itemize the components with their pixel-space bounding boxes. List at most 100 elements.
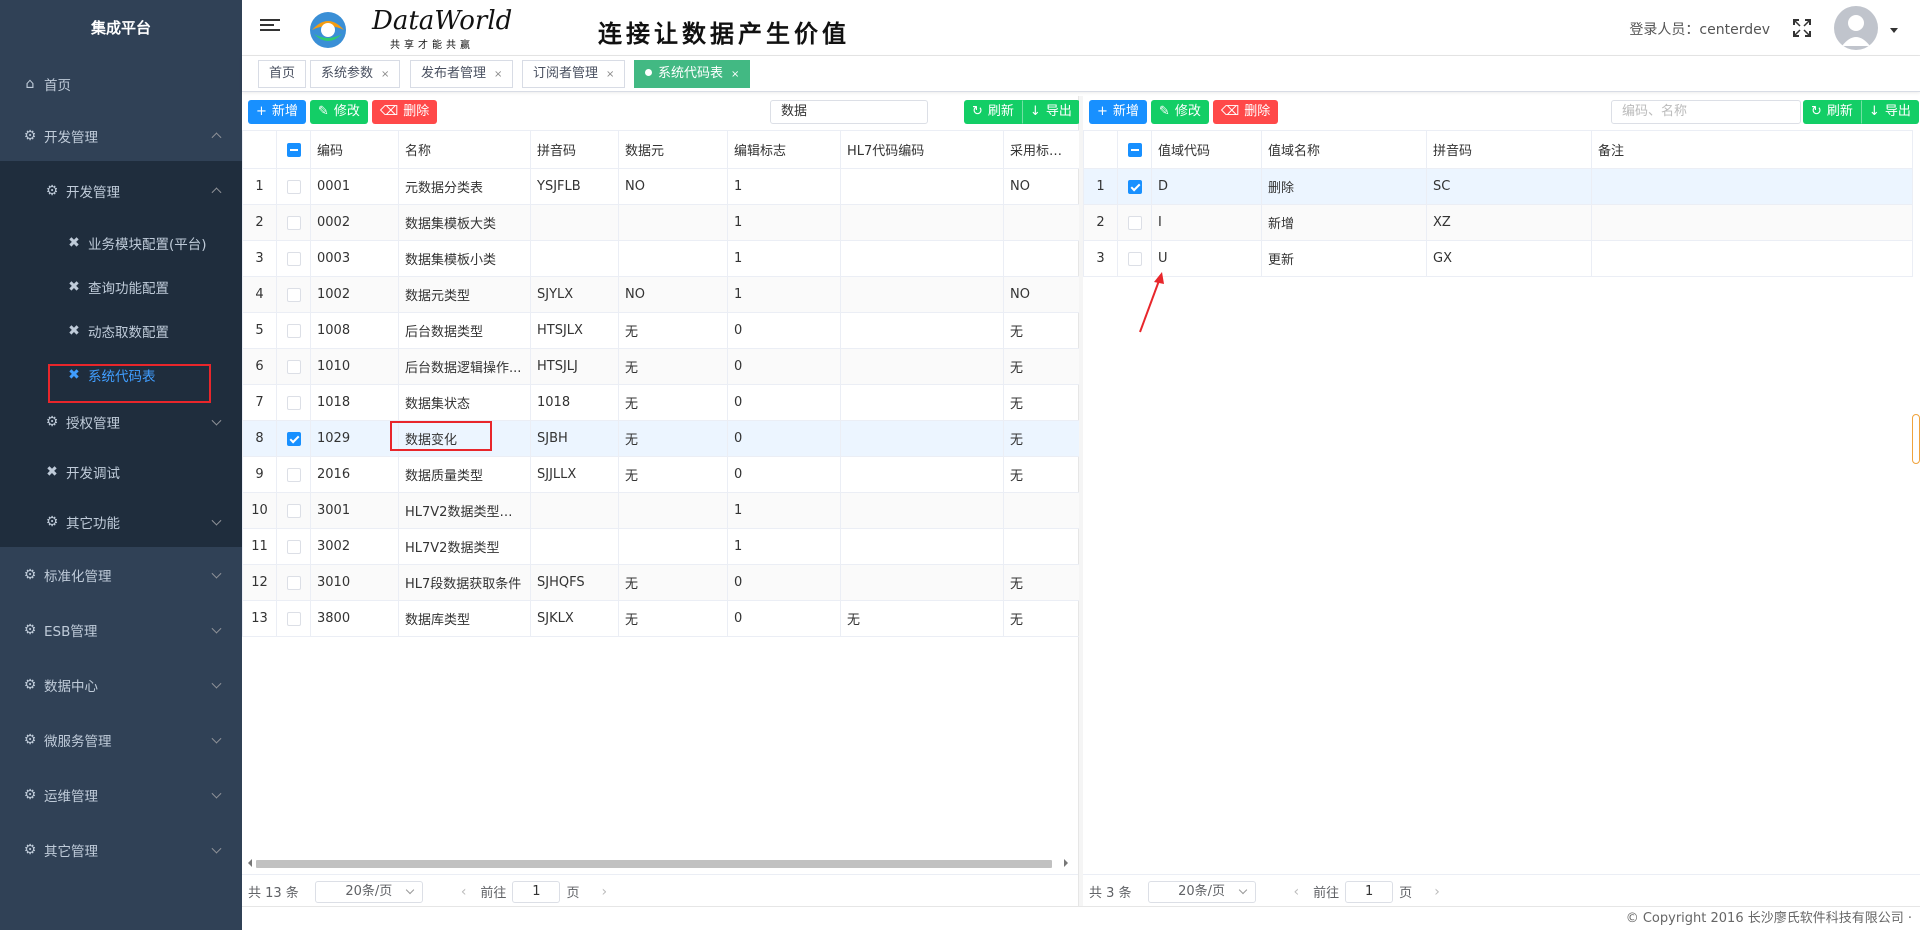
export-button[interactable]: ↓ 导出	[1860, 100, 1919, 124]
scrollbar-thumb[interactable]	[256, 860, 1052, 868]
horizontal-scrollbar[interactable]	[248, 858, 1068, 868]
sidebar-subgroup-dev-management[interactable]: ⚙ 开发管理	[0, 161, 242, 221]
add-button[interactable]: + 新增	[1089, 100, 1147, 124]
sidebar-group-data-center[interactable]: ⚙ 数据中心	[0, 657, 242, 712]
table-row[interactable]: 2 I 新增 XZ	[1083, 204, 1913, 241]
row-checkbox[interactable]	[276, 492, 311, 529]
row-checkbox[interactable]	[276, 204, 311, 241]
hamburger-menu-icon[interactable]	[260, 16, 280, 36]
sidebar-group-esb[interactable]: ⚙ ESB管理	[0, 602, 242, 657]
table-cell-py: 1018	[530, 384, 619, 421]
row-checkbox[interactable]	[276, 456, 311, 493]
scroll-right-icon[interactable]	[1064, 859, 1068, 867]
sidebar-group-standardization[interactable]: ⚙ 标准化管理	[0, 547, 242, 602]
left-search-input[interactable]: 数据	[770, 100, 928, 124]
select-all-checkbox[interactable]	[276, 130, 311, 169]
column-header[interactable]: 编码	[310, 130, 399, 169]
row-checkbox[interactable]	[276, 312, 311, 349]
table-row[interactable]: 1 0001 元数据分类表 YSJFLB NO 1 NO	[242, 168, 1080, 205]
row-checkbox[interactable]	[276, 168, 311, 205]
caret-down-icon[interactable]	[1890, 28, 1898, 33]
row-checkbox[interactable]	[276, 276, 311, 313]
row-checkbox[interactable]	[1117, 168, 1152, 205]
page-size-select[interactable]: 20条/页	[1147, 880, 1256, 903]
goto-page-input[interactable]: 1	[1345, 880, 1394, 903]
page-size-select[interactable]: 20条/页	[314, 880, 423, 903]
column-header[interactable]: 名称	[398, 130, 531, 169]
table-row[interactable]: 1 D 删除 SC	[1083, 168, 1913, 205]
table-row[interactable]: 3 0003 数据集模板小类 1	[242, 240, 1080, 277]
sidebar-group-microservice[interactable]: ⚙ 微服务管理	[0, 712, 242, 767]
table-row[interactable]: 6 1010 后台数据逻辑操作... HTSJLJ 无 0 无	[242, 348, 1080, 385]
table-row[interactable]: 10 3001 HL7V2数据类型分类 1	[242, 492, 1080, 529]
edit-button[interactable]: ✎ 修改	[309, 100, 368, 124]
table-row[interactable]: 12 3010 HL7段数据获取条件 SJHQFS 无 0 无	[242, 564, 1080, 601]
row-checkbox[interactable]	[1117, 204, 1152, 241]
column-header[interactable]: 数据元	[618, 130, 728, 169]
sidebar-item-dev-debug[interactable]: ✖ 开发调试	[0, 447, 242, 497]
close-icon[interactable]: ×	[494, 69, 502, 80]
row-checkbox[interactable]	[276, 240, 311, 277]
tab-system-params[interactable]: 系统参数 ×	[310, 60, 401, 88]
vertical-scrollbar[interactable]	[1912, 414, 1920, 464]
column-header[interactable]: 值域名称	[1261, 130, 1427, 169]
scroll-left-icon[interactable]	[248, 859, 252, 867]
add-button[interactable]: + 新增	[248, 100, 306, 124]
row-checkbox[interactable]	[276, 348, 311, 385]
tab-publisher-management[interactable]: 发布者管理 ×	[410, 60, 514, 88]
row-checkbox[interactable]	[276, 528, 311, 565]
sidebar-group-ops[interactable]: ⚙ 运维管理	[0, 767, 242, 822]
sidebar-item-query-config[interactable]: ✖ 查询功能配置	[0, 265, 242, 309]
row-checkbox[interactable]	[276, 384, 311, 421]
table-cell-py: SC	[1426, 168, 1592, 205]
edit-button[interactable]: ✎ 修改	[1150, 100, 1209, 124]
table-row[interactable]: 7 1018 数据集状态 1018 无 0 无	[242, 384, 1080, 421]
table-row[interactable]: 9 2016 数据质量类型 SJJLLX 无 0 无	[242, 456, 1080, 493]
prev-page-icon[interactable]: ‹	[1294, 884, 1300, 900]
column-header[interactable]: 编辑标志	[727, 130, 841, 169]
delete-button[interactable]: ⌫ 删除	[371, 100, 438, 124]
sidebar-subgroup-auth[interactable]: ⚙ 授权管理	[0, 397, 242, 447]
tab-subscriber-management[interactable]: 订阅者管理 ×	[522, 60, 626, 88]
tab-home[interactable]: 首页	[258, 60, 307, 88]
next-page-icon[interactable]: ›	[1434, 884, 1440, 900]
close-icon[interactable]: ×	[606, 69, 614, 80]
sidebar-item-label: 查询功能配置	[88, 281, 169, 297]
tab-system-code-table[interactable]: 系统代码表 ×	[634, 60, 751, 88]
column-header[interactable]: 值域代码	[1151, 130, 1262, 169]
table-row[interactable]: 11 3002 HL7V2数据类型 1	[242, 528, 1080, 565]
close-icon[interactable]: ×	[731, 69, 739, 80]
column-header[interactable]: 采用标准...	[1003, 130, 1080, 169]
column-header[interactable]: 拼音码	[530, 130, 619, 169]
row-checkbox[interactable]	[276, 600, 311, 637]
right-search-input[interactable]: 编码、名称	[1611, 100, 1801, 124]
sidebar-subgroup-other-functions[interactable]: ⚙ 其它功能	[0, 497, 242, 547]
refresh-button[interactable]: ↻ 刷新	[964, 100, 1022, 124]
fullscreen-icon[interactable]	[1792, 18, 1812, 38]
row-checkbox[interactable]	[276, 420, 311, 457]
select-all-checkbox[interactable]	[1117, 130, 1152, 169]
delete-button[interactable]: ⌫ 删除	[1212, 100, 1279, 124]
sidebar-item-dynamic-fetch[interactable]: ✖ 动态取数配置	[0, 309, 242, 353]
table-row[interactable]: 5 1008 后台数据类型 HTSJLX 无 0 无	[242, 312, 1080, 349]
sidebar-item-home[interactable]: ⌂ 首页	[0, 56, 242, 111]
table-row[interactable]: 3 U 更新 GX	[1083, 240, 1913, 277]
sidebar-group-dev-management[interactable]: ⚙ 开发管理	[0, 111, 242, 161]
table-row[interactable]: 4 1002 数据元类型 SJYLX NO 1 NO	[242, 276, 1080, 313]
prev-page-icon[interactable]: ‹	[461, 884, 467, 900]
column-header[interactable]: HL7代码编码	[840, 130, 1004, 169]
table-row[interactable]: 2 0002 数据集模板大类 1	[242, 204, 1080, 241]
sidebar-group-other-management[interactable]: ⚙ 其它管理	[0, 822, 242, 877]
column-header[interactable]: 备注	[1591, 130, 1913, 169]
table-row[interactable]: 8 1029 数据变化 SJBH 无 0 无	[242, 420, 1080, 457]
sidebar-item-business-module[interactable]: ✖ 业务模块配置(平台)	[0, 221, 242, 265]
next-page-icon[interactable]: ›	[601, 884, 607, 900]
avatar[interactable]	[1834, 6, 1878, 50]
row-checkbox[interactable]	[276, 564, 311, 601]
column-header[interactable]: 拼音码	[1426, 130, 1592, 169]
table-row[interactable]: 13 3800 数据库类型 SJKLX 无 0 无无	[242, 600, 1080, 637]
export-button[interactable]: ↓ 导出	[1021, 100, 1080, 124]
close-icon[interactable]: ×	[381, 69, 389, 80]
goto-page-input[interactable]: 1	[512, 880, 561, 903]
refresh-button[interactable]: ↻ 刷新	[1803, 100, 1861, 124]
